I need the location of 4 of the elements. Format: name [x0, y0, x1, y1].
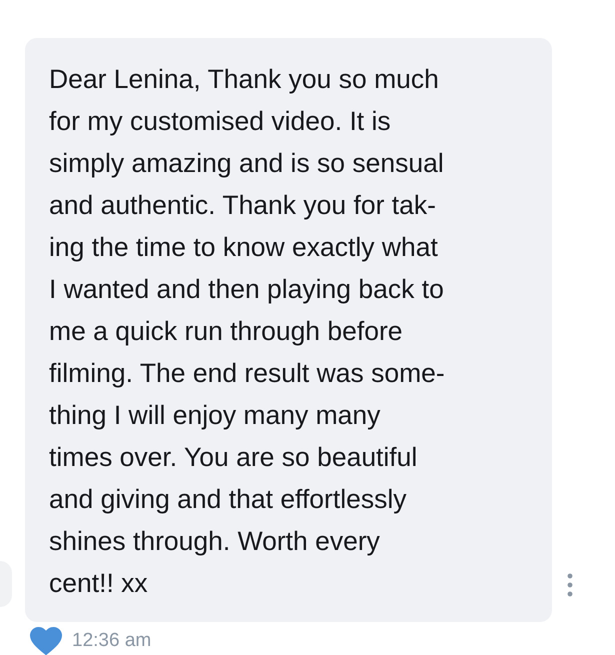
message-time: 12:36 am: [72, 629, 152, 653]
more-options-icon[interactable]: [567, 573, 573, 597]
message-text: Dear Lenina, Thank you so much for my customised video. It is simply amazing and is so sensual and authentic. Thank you for tak- ing the time to know exactly what I wanted and then playing back to me a quick run through before filming. The end result was some- thing I will enjoy many many times over. You are so beautiful and giving and that effortlessly shines through. Worth every cent!! xx: [49, 63, 446, 600]
heart-icon[interactable]: [30, 627, 62, 655]
